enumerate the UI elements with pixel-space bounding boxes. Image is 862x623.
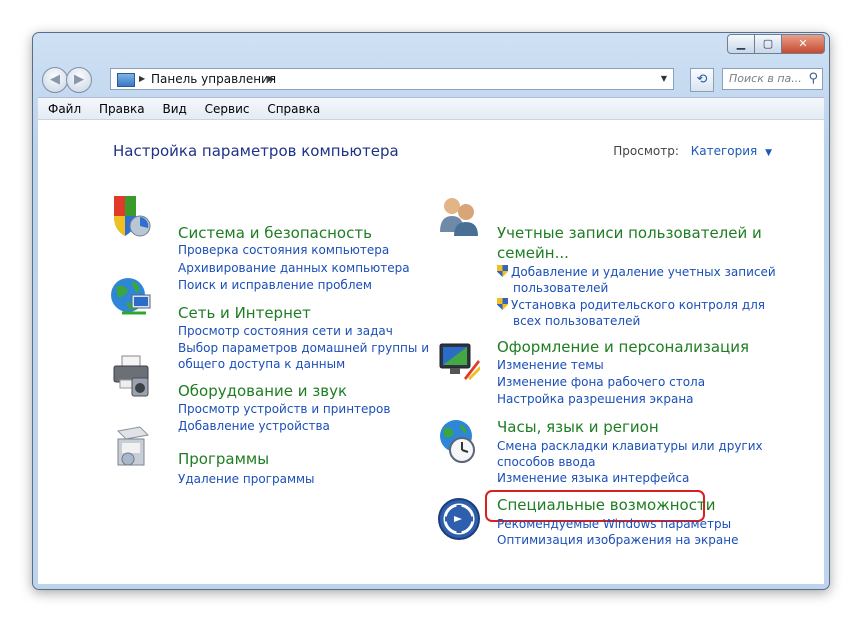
- link-keyboard-layout-line2[interactable]: способов ввода: [497, 454, 596, 471]
- dropdown-caret-icon[interactable]: ▼: [765, 148, 772, 158]
- breadcrumb-arrow-icon[interactable]: ▶: [139, 69, 145, 89]
- users-icon[interactable]: [436, 192, 482, 238]
- address-bar[interactable]: ▶ Панель управления ▶ ▼: [110, 68, 674, 90]
- network-globe-icon[interactable]: [108, 273, 154, 319]
- programs-box-icon[interactable]: [108, 423, 154, 469]
- search-placeholder: Поиск в па...: [729, 72, 802, 85]
- link-recommended-settings[interactable]: Рекомендуемые Windows параметры: [497, 516, 731, 533]
- link-add-remove-accounts-text: Добавление и удаление учетных записей: [511, 265, 776, 279]
- breadcrumb-control-panel[interactable]: Панель управления: [151, 69, 276, 89]
- clock-globe-icon[interactable]: [436, 418, 482, 464]
- category-user-accounts-line2[interactable]: семейн...: [497, 244, 569, 263]
- control-panel-window: ▁ ▢ ✕ ◀ ▶ ▶ Панель управления ▶ ▼ ⟲ Поис…: [32, 32, 830, 590]
- security-shield-icon[interactable]: [108, 192, 154, 238]
- navigation-bar: ◀ ▶ ▶ Панель управления ▶ ▼ ⟲ Поиск в па…: [38, 66, 824, 93]
- category-user-accounts[interactable]: Учетные записи пользователей и: [497, 224, 762, 243]
- breadcrumb-arrow-icon[interactable]: ▶: [268, 69, 274, 89]
- link-sharing[interactable]: общего доступа к данным: [178, 356, 345, 373]
- link-add-remove-accounts-line2[interactable]: пользователей: [513, 280, 608, 297]
- page-title: Настройка параметров компьютера: [113, 142, 399, 160]
- link-check-status[interactable]: Проверка состояния компьютера: [178, 242, 389, 259]
- control-panel-icon: [117, 73, 135, 87]
- menu-help[interactable]: Справка: [267, 102, 320, 116]
- link-desktop-background[interactable]: Изменение фона рабочего стола: [497, 374, 705, 391]
- view-category-dropdown[interactable]: Категория: [691, 144, 758, 158]
- category-clock-language-region[interactable]: Часы, язык и регион: [497, 418, 659, 437]
- category-ease-of-access[interactable]: Специальные возможности: [497, 496, 715, 515]
- link-network-status[interactable]: Просмотр состояния сети и задач: [178, 323, 393, 340]
- menu-bar: Файл Правка Вид Сервис Справка: [38, 97, 824, 120]
- category-hardware-sound[interactable]: Оборудование и звук: [178, 382, 347, 401]
- link-add-device[interactable]: Добавление устройства: [178, 418, 330, 435]
- printer-hardware-icon[interactable]: [108, 352, 154, 398]
- link-add-remove-accounts[interactable]: Добавление и удаление учетных записей: [497, 264, 776, 281]
- link-change-theme[interactable]: Изменение темы: [497, 357, 604, 374]
- menu-view[interactable]: Вид: [162, 102, 186, 116]
- link-parental-controls-line2[interactable]: всех пользователей: [513, 313, 640, 330]
- search-icon[interactable]: ⚲: [808, 69, 818, 89]
- menu-file[interactable]: Файл: [48, 102, 81, 116]
- link-display-language[interactable]: Изменение языка интерфейса: [497, 470, 689, 487]
- appearance-monitor-icon[interactable]: [436, 338, 482, 384]
- link-devices-printers[interactable]: Просмотр устройств и принтеров: [178, 401, 390, 418]
- category-appearance[interactable]: Оформление и персонализация: [497, 338, 749, 357]
- link-parental-controls-text: Установка родительского контроля для: [511, 298, 766, 312]
- link-homegroup[interactable]: Выбор параметров домашней группы и: [178, 340, 429, 357]
- maximize-button[interactable]: ▢: [754, 34, 782, 54]
- category-programs[interactable]: Программы: [178, 450, 269, 469]
- back-button[interactable]: ◀: [42, 67, 68, 93]
- search-input[interactable]: Поиск в па... ⚲: [722, 68, 823, 90]
- menu-tools[interactable]: Сервис: [205, 102, 250, 116]
- menu-edit[interactable]: Правка: [99, 102, 145, 116]
- address-dropdown-icon[interactable]: ▼: [661, 69, 667, 89]
- refresh-button[interactable]: ⟲: [690, 68, 714, 92]
- link-backup[interactable]: Архивирование данных компьютера: [178, 260, 410, 277]
- link-keyboard-layout[interactable]: Смена раскладки клавиатуры или других: [497, 438, 763, 455]
- link-parental-controls[interactable]: Установка родительского контроля для: [497, 297, 765, 314]
- uac-shield-icon: [497, 265, 508, 277]
- link-screen-resolution[interactable]: Настройка разрешения экрана: [497, 391, 694, 408]
- view-selector: Просмотр: Категория ▼: [613, 144, 772, 158]
- view-label: Просмотр:: [613, 144, 679, 158]
- category-system-security[interactable]: Система и безопасность: [178, 224, 372, 243]
- close-button[interactable]: ✕: [781, 34, 825, 54]
- link-troubleshoot[interactable]: Поиск и исправление проблем: [178, 277, 372, 294]
- uac-shield-icon: [497, 298, 508, 310]
- minimize-button[interactable]: ▁: [727, 34, 755, 54]
- category-network-internet[interactable]: Сеть и Интернет: [178, 304, 311, 323]
- content-area: Настройка параметров компьютера Просмотр…: [38, 119, 824, 584]
- link-uninstall-program[interactable]: Удаление программы: [178, 471, 315, 488]
- link-optimize-display[interactable]: Оптимизация изображения на экране: [497, 532, 738, 549]
- window-controls: ▁ ▢ ✕: [727, 34, 825, 54]
- forward-button[interactable]: ▶: [66, 67, 92, 93]
- accessibility-icon[interactable]: [436, 496, 482, 542]
